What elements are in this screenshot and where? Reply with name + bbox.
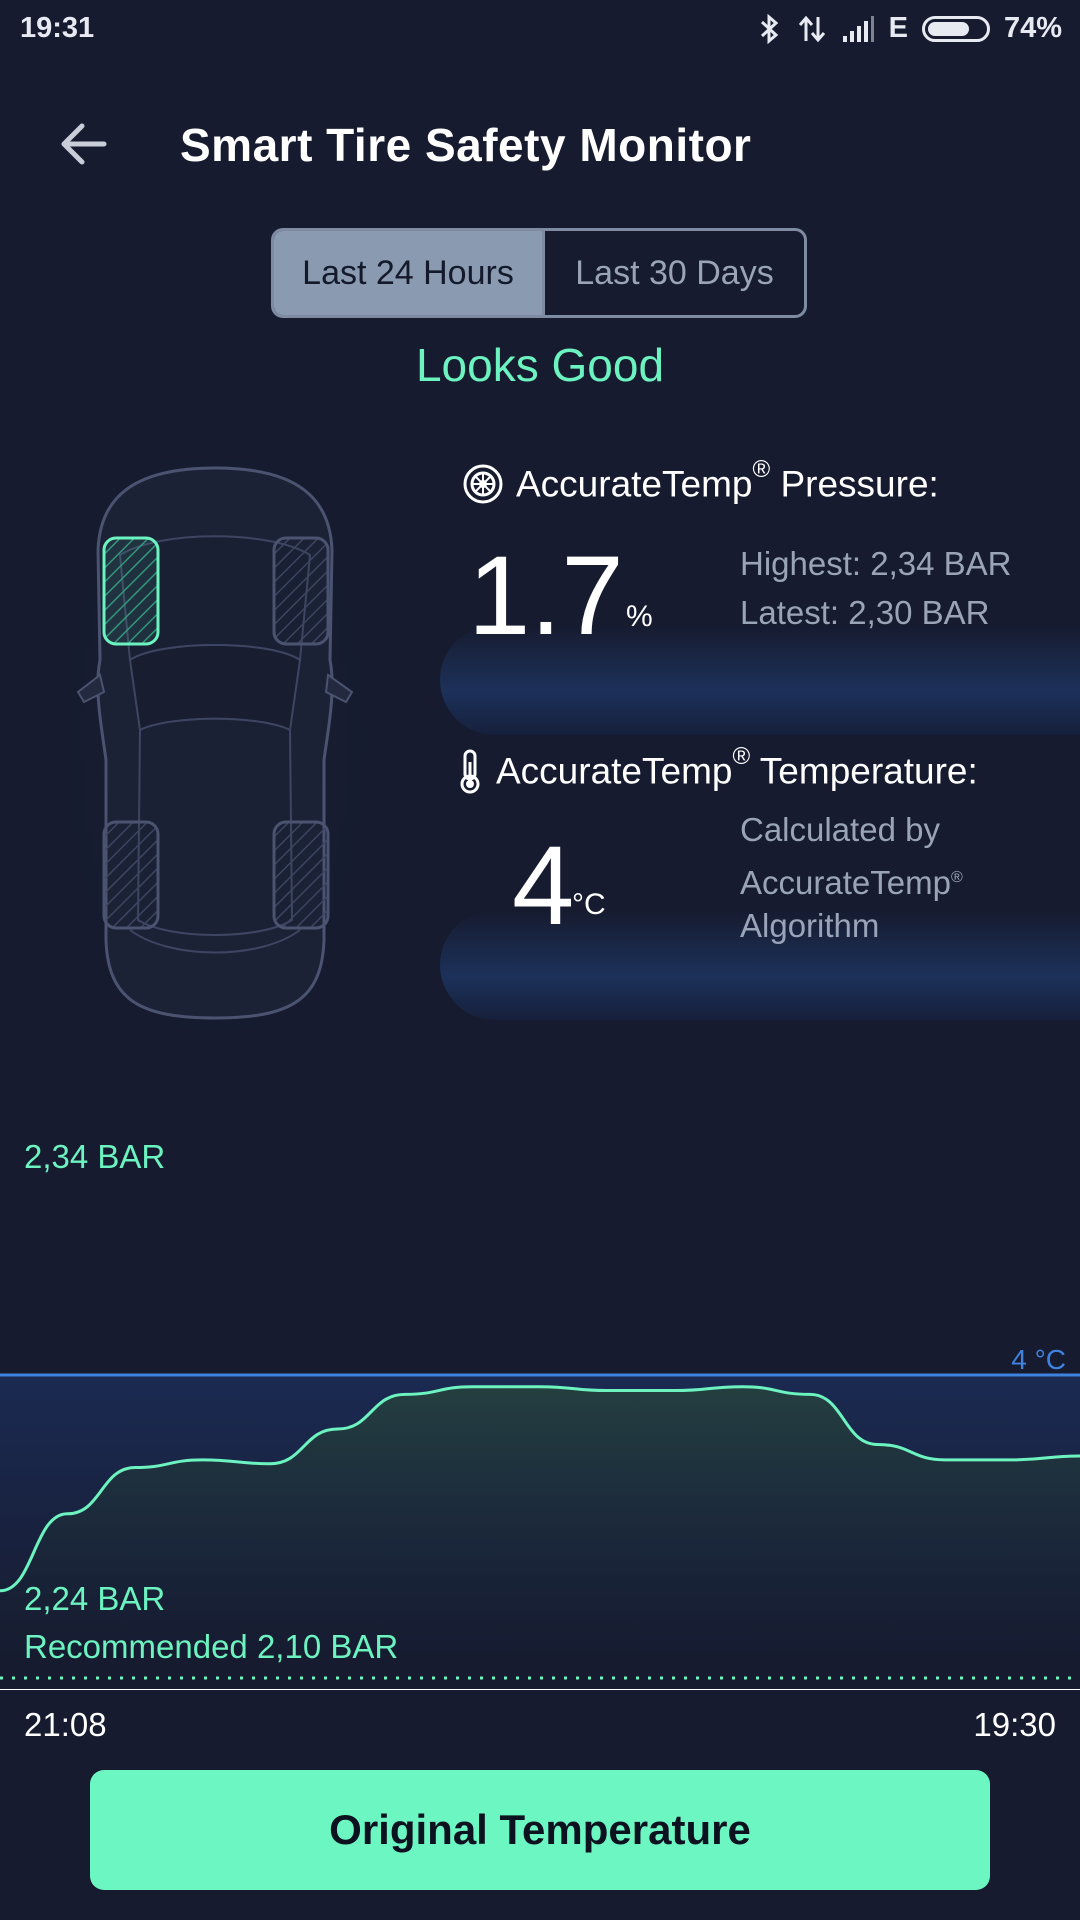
period-tabs: Last 24 Hours Last 30 Days: [271, 228, 807, 318]
pressure-title-suffix: Pressure:: [770, 463, 939, 505]
status-icons: E 74%: [757, 12, 1062, 45]
temperature-title-suffix: Temperature:: [750, 750, 978, 792]
registered-mark: ®: [752, 456, 771, 483]
chart-max-label: 2,34 BAR: [24, 1138, 166, 1175]
temperature-note-2: AccurateTemp®: [740, 854, 963, 907]
temperature-unit: °C: [572, 888, 606, 921]
registered-mark-3: ®: [950, 869, 963, 886]
tab-last-24-hours[interactable]: Last 24 Hours: [274, 231, 542, 315]
original-temperature-button[interactable]: Original Temperature: [90, 1770, 990, 1890]
tire-front-right[interactable]: [272, 536, 330, 646]
temperature-title: AccurateTemp® Temperature:: [456, 743, 978, 794]
car-diagram: [65, 440, 370, 1040]
pressure-latest: Latest: 2,30 BAR: [740, 594, 990, 631]
back-arrow-icon: [61, 123, 107, 165]
chart-start-time: 21:08: [24, 1706, 107, 1743]
original-temperature-label: Original Temperature: [329, 1806, 751, 1853]
pressure-title-brand: AccurateTemp: [516, 463, 753, 505]
pressure-title: AccurateTemp® Pressure:: [462, 456, 939, 505]
data-transfer-icon: [798, 15, 825, 42]
tire-rear-left[interactable]: [102, 820, 160, 930]
battery-icon: [921, 15, 990, 42]
pressure-unit: %: [626, 600, 653, 633]
chart-min-label: 2,24 BAR: [24, 1580, 166, 1617]
network-type: E: [888, 12, 908, 44]
pressure-value: 1.7: [468, 533, 624, 658]
registered-mark-2: ®: [732, 743, 751, 771]
battery-percent: 74%: [1003, 12, 1062, 44]
temperature-title-brand: AccurateTemp: [496, 750, 733, 792]
temperature-note-3: Algorithm: [740, 907, 880, 944]
tire-icon: [463, 464, 503, 504]
signal-icon: [842, 15, 874, 42]
tire-rear-right[interactable]: [272, 820, 330, 930]
recommended-label: Recommended 2,10 BAR: [24, 1628, 399, 1665]
chart-end-time: 19:30: [973, 1706, 1056, 1743]
tire-front-left[interactable]: [102, 536, 160, 646]
status-bar: 19:31 E 74%: [0, 0, 1080, 62]
status-time: 19:31: [20, 12, 95, 44]
bluetooth-icon: [760, 13, 778, 44]
status-message: Looks Good: [415, 339, 665, 391]
temperature-note-1: Calculated by: [740, 811, 940, 848]
page-title: Smart Tire Safety Monitor: [180, 119, 752, 171]
back-button[interactable]: [44, 108, 124, 180]
thermometer-icon: [460, 749, 480, 794]
tab-last-30-days[interactable]: Last 30 Days: [542, 231, 804, 315]
pressure-highest: Highest: 2,34 BAR: [740, 545, 1012, 582]
temperature-note-brand: AccurateTemp: [740, 864, 951, 901]
temperature-value: 4: [512, 823, 575, 948]
